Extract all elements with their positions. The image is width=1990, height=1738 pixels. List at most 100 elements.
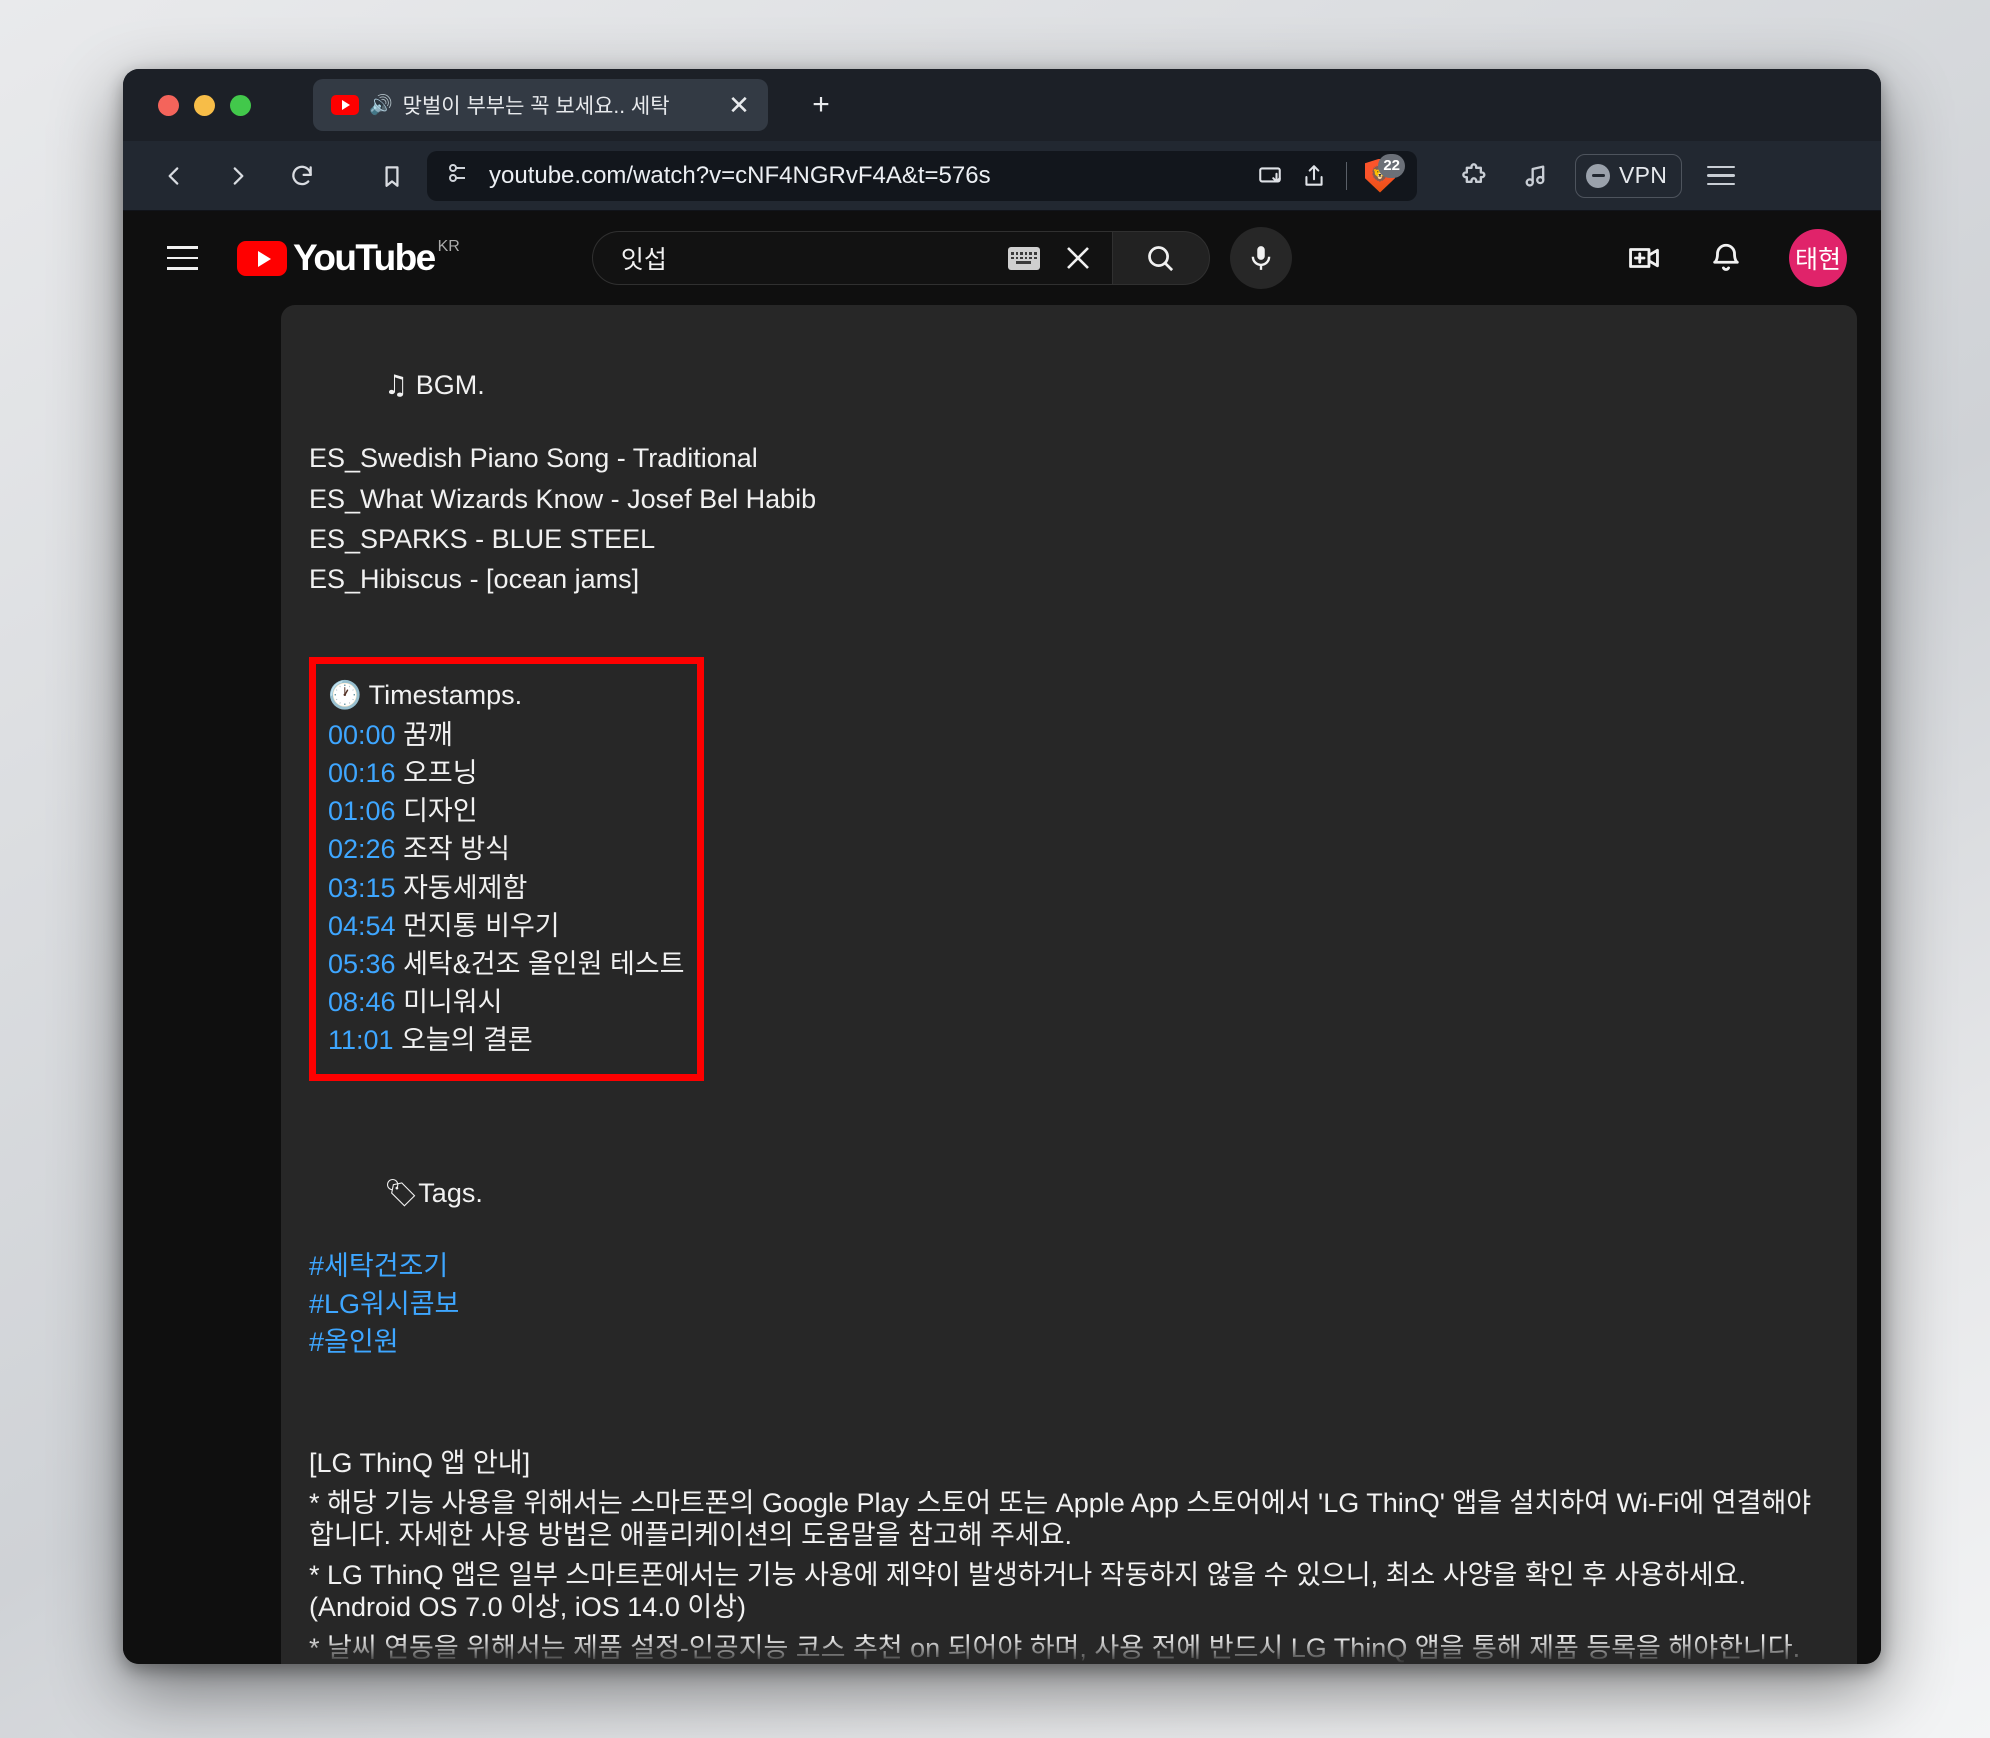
brave-shields-button[interactable]: 🦁 22	[1357, 153, 1405, 199]
site-permissions-icon[interactable]	[445, 161, 469, 190]
timestamp-row[interactable]: 00:16 오프닝	[328, 754, 679, 792]
timestamp-label: 미니워시	[395, 986, 503, 1017]
bgm-track: ES_What Wizards Know - Josef Bel Habib	[309, 483, 817, 514]
tags-section: 🏷Tags. #세탁건조기 #LG워시콤보 #올인원	[309, 1141, 1829, 1361]
browser-window: 🔊 맞벌이 부부는 꼭 보세요.. 세탁 ✕ + youtube.com/wat…	[123, 69, 1881, 1664]
bgm-section: ♫ BGM. ES_Swedish Piano Song - Tradition…	[309, 333, 1829, 599]
music-note-emoji: ♫	[384, 370, 409, 402]
timestamp-row[interactable]: 04:54 먼지통 비우기	[328, 907, 679, 945]
timestamp-label: 꿈깨	[395, 720, 453, 750]
notice-line: * 날씨 연동을 위해서는 제품 설정-인공지능 코스 추천 on 되어야 하며…	[309, 1632, 1801, 1663]
account-avatar[interactable]: 태현	[1789, 229, 1847, 287]
timestamp-label: 조작 방식	[395, 834, 510, 865]
search-input-value[interactable]: 잇섭	[621, 240, 1008, 276]
timestamp-row[interactable]: 05:36 세탁&건조 올인원 테스트	[328, 945, 685, 983]
hashtag-link[interactable]: #올인원	[309, 1323, 1829, 1361]
thinq-notice-section: [LG ThinQ 앱 안내] * 해당 기능 사용을 위해서는 스마트폰의 G…	[309, 1443, 1829, 1664]
bgm-track: ES_Swedish Piano Song - Traditional	[309, 443, 758, 474]
clear-search-icon[interactable]	[1056, 236, 1100, 280]
search-area: 잇섭	[591, 227, 1292, 289]
address-bar[interactable]: youtube.com/watch?v=cNF4NGRvF4A&t=576s 🦁…	[427, 150, 1417, 201]
notice-line: * 해당 기능 사용을 위해서는 스마트폰의 Google Play 스토어 또…	[309, 1488, 1812, 1551]
reload-button[interactable]	[279, 153, 325, 199]
tab-title: 맞벌이 부부는 꼭 보세요.. 세탁	[402, 95, 670, 118]
window-controls	[158, 94, 251, 116]
bgm-heading-text: BGM.	[408, 370, 485, 401]
video-description-panel[interactable]: ♫ BGM. ES_Swedish Piano Song - Tradition…	[281, 305, 1857, 1664]
timestamp-time[interactable]: 00:00	[328, 720, 396, 750]
notice-heading: [LG ThinQ 앱 안내]	[309, 1447, 531, 1478]
masthead-actions: 태현	[1621, 229, 1847, 287]
timestamp-time[interactable]: 04:54	[328, 911, 396, 941]
search-input[interactable]: 잇섭	[591, 231, 1112, 285]
browser-menu-button[interactable]	[1696, 153, 1746, 199]
timestamps-heading: 🕐 Timestamps.	[328, 677, 679, 716]
timestamp-label: 자동세제함	[395, 872, 528, 903]
youtube-logo[interactable]: YouTube KR	[237, 236, 460, 280]
youtube-masthead: YouTube KR 잇섭 태현	[123, 211, 1881, 305]
hashtag-link[interactable]: #세탁건조기	[309, 1247, 1829, 1285]
bgm-track: ES_SPARKS - BLUE STEEL	[309, 523, 656, 554]
extensions-puzzle-icon[interactable]	[1449, 153, 1501, 199]
youtube-wordmark: YouTube	[293, 237, 436, 278]
hashtag-link[interactable]: #LG워시콤보	[309, 1285, 1829, 1323]
create-video-icon[interactable]	[1621, 235, 1667, 281]
minimize-window-button[interactable]	[194, 94, 215, 116]
new-tab-button[interactable]: +	[804, 90, 838, 120]
timestamp-row[interactable]: 03:15 자동세제함	[328, 869, 679, 907]
url-text[interactable]: youtube.com/watch?v=cNF4NGRvF4A&t=576s	[489, 162, 1248, 190]
label-tag-emoji: 🏷	[384, 1178, 419, 1210]
bgm-heading: ♫ BGM.	[309, 333, 1829, 438]
vpn-button[interactable]: VPN	[1575, 153, 1683, 198]
timestamp-label: 오프닝	[395, 758, 478, 789]
close-tab-icon[interactable]: ✕	[722, 92, 756, 118]
timestamp-label: 세탁&건조 올인원 테스트	[395, 948, 685, 979]
bgm-track: ES_Hibiscus - [ocean jams]	[309, 563, 640, 594]
timestamp-time[interactable]: 02:26	[328, 834, 396, 864]
timestamps-highlight-box: 🕐 Timestamps. 00:00 꿈깨 00:16 오프닝 01:06 디…	[309, 656, 704, 1082]
close-window-button[interactable]	[158, 94, 179, 116]
browser-tab[interactable]: 🔊 맞벌이 부부는 꼭 보세요.. 세탁 ✕	[313, 79, 768, 131]
timestamp-row[interactable]: 01:06 디자인	[328, 792, 679, 830]
browser-toolbar: youtube.com/watch?v=cNF4NGRvF4A&t=576s 🦁…	[123, 141, 1881, 211]
timestamp-time[interactable]: 11:01	[328, 1025, 394, 1055]
keyboard-icon[interactable]	[1007, 246, 1040, 270]
timestamp-time[interactable]: 00:16	[328, 758, 396, 788]
timestamp-label: 먼지통 비우기	[395, 910, 560, 941]
timestamp-time[interactable]: 01:06	[328, 796, 396, 826]
timestamp-row[interactable]: 02:26 조작 방식	[328, 830, 679, 868]
timestamp-label: 디자인	[395, 796, 478, 827]
vpn-status-icon	[1586, 163, 1610, 188]
timestamp-row[interactable]: 11:01 오늘의 결론	[328, 1021, 679, 1059]
timestamp-row[interactable]: 00:00 꿈깨	[328, 716, 679, 754]
tags-heading-text: Tags.	[418, 1178, 483, 1209]
timestamp-time[interactable]: 08:46	[328, 987, 396, 1017]
cast-icon[interactable]	[1248, 163, 1292, 189]
youtube-page: YouTube KR 잇섭 태현 ♫ BGM. ES_Swedish Piano…	[123, 211, 1881, 1664]
vpn-label: VPN	[1619, 162, 1668, 188]
forward-button[interactable]	[215, 153, 261, 199]
youtube-favicon-icon	[331, 95, 359, 115]
timestamp-time[interactable]: 05:36	[328, 949, 396, 979]
voice-search-button[interactable]	[1229, 227, 1292, 289]
timestamp-label: 오늘의 결론	[393, 1025, 533, 1055]
bookmark-button[interactable]	[369, 153, 415, 199]
toolbar-divider	[1346, 161, 1347, 190]
music-note-icon[interactable]	[1509, 153, 1561, 199]
back-button[interactable]	[151, 153, 197, 199]
timestamp-time[interactable]: 03:15	[328, 873, 396, 903]
search-button[interactable]	[1111, 231, 1210, 285]
clock-emoji: 🕐	[328, 679, 362, 711]
notice-line: * LG ThinQ 앱은 일부 스마트폰에서는 기능 사용에 제약이 발생하거…	[309, 1560, 1747, 1623]
guide-menu-button[interactable]	[151, 227, 213, 289]
shields-blocked-count: 22	[1378, 153, 1405, 178]
timestamps-heading-text: Timestamps.	[361, 679, 523, 710]
maximize-window-button[interactable]	[230, 94, 251, 116]
timestamp-row[interactable]: 08:46 미니워시	[328, 983, 679, 1021]
tab-audio-icon[interactable]: 🔊	[369, 96, 393, 115]
share-icon[interactable]	[1292, 163, 1336, 189]
youtube-play-icon	[237, 241, 287, 276]
notifications-bell-icon[interactable]	[1703, 235, 1749, 281]
